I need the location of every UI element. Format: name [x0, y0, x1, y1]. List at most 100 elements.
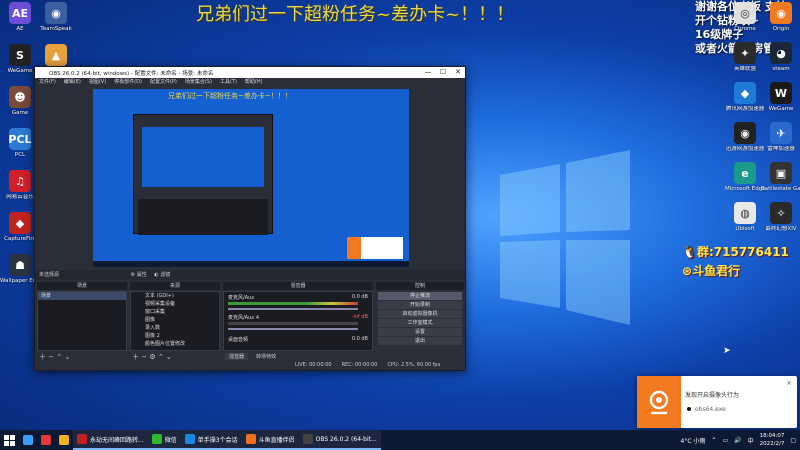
- minimize-icon[interactable]: —: [421, 67, 435, 78]
- obs-preview[interactable]: 兄弟们过一下超粉任务~差办卡~！！！: [93, 89, 409, 267]
- camera-notification[interactable]: × 发现开启摄像头行为 obs64.exe: [637, 376, 797, 428]
- taskbar-item[interactable]: OBS 26.0.2 (64-bit...: [298, 430, 381, 450]
- volume-meter: [228, 322, 358, 325]
- notification-message: 发现开启摄像头行为: [685, 392, 740, 399]
- volume-slider[interactable]: [228, 308, 358, 310]
- taskbar-item[interactable]: 永劫无间峰回路转...: [73, 430, 148, 450]
- desktop-icon-label: steam: [772, 66, 790, 72]
- studio-mode-button[interactable]: 工作室模式: [378, 319, 462, 327]
- tab-mixer[interactable]: 混音器: [225, 353, 249, 360]
- desktop-icon[interactable]: ◉ TeamSpeak: [36, 2, 76, 32]
- volume-icon[interactable]: 🔊: [734, 437, 741, 444]
- notification-process: obs64.exe: [695, 406, 726, 413]
- stop-stream-button[interactable]: 停止推流: [378, 292, 462, 300]
- weather[interactable]: 4°C 小雨: [681, 436, 706, 445]
- nested-banner: 兄弟们过一下超粉任务~差办卡~！！！: [168, 92, 292, 100]
- add-source-icon[interactable]: ＋: [132, 353, 139, 361]
- input-language[interactable]: 中: [748, 436, 754, 445]
- scene-item[interactable]: 场景: [38, 292, 126, 300]
- menu-edit[interactable]: 编辑(E): [64, 78, 81, 87]
- network-icon[interactable]: ▭: [722, 437, 728, 444]
- maximize-icon[interactable]: ☐: [436, 67, 450, 78]
- volume-slider[interactable]: [228, 328, 358, 330]
- app-icon: ▣: [770, 162, 792, 184]
- notification-center-icon[interactable]: ▢: [790, 437, 796, 444]
- close-icon[interactable]: ✕: [451, 67, 465, 78]
- desktop-icon[interactable]: ◉ 迅游网游加速器: [725, 122, 765, 152]
- app-icon: ☗: [9, 254, 31, 276]
- taskbar-item-label: 永劫无间峰回路转...: [90, 436, 144, 444]
- source-item[interactable]: 图像: [131, 316, 219, 324]
- taskbar-app-icon: [151, 434, 162, 444]
- menu-scene-collection[interactable]: 场景集合(S): [185, 78, 212, 87]
- source-down-icon[interactable]: ⌄: [166, 353, 172, 361]
- taskbar-item[interactable]: [37, 430, 55, 450]
- track-db: -inf dB: [351, 314, 368, 320]
- source-label: 颜色图片位置修改: [145, 341, 186, 347]
- add-scene-icon[interactable]: ＋: [39, 353, 46, 361]
- qq-group-label: 🐧群:715776411: [682, 245, 789, 259]
- source-item[interactable]: 窗口采集: [131, 308, 219, 316]
- taskbar-item[interactable]: 斗鱼直播伴侣: [241, 430, 299, 450]
- desktop-icon[interactable]: ✦ 英雄联盟: [725, 42, 765, 72]
- volume-meter: [228, 302, 358, 305]
- taskbar-item[interactable]: [19, 430, 37, 450]
- tray-chevron-icon[interactable]: ⌃: [711, 437, 716, 444]
- mixer-header: 混音器: [223, 282, 373, 290]
- filter-icon[interactable]: ◐: [154, 272, 158, 278]
- start-record-button[interactable]: 开始录制: [378, 301, 462, 309]
- source-item[interactable]: 录入数: [131, 324, 219, 332]
- menu-file[interactable]: 文件(F): [39, 78, 56, 87]
- desktop-icon[interactable]: ◆ 腾讯网游加速器: [725, 82, 765, 112]
- source-settings-icon[interactable]: ⚙: [149, 353, 155, 361]
- track-name: 麦克风/Aux: [228, 295, 255, 301]
- close-notification-icon[interactable]: ×: [786, 379, 792, 387]
- remove-source-icon[interactable]: −: [141, 353, 147, 361]
- desktop-icon-label: TeamSpeak: [40, 26, 72, 32]
- menu-profile[interactable]: 配置文件(P): [150, 78, 177, 87]
- menu-docks[interactable]: 停靠部件(D): [114, 78, 142, 87]
- track-name: 麦克风/Aux 4: [228, 315, 260, 321]
- desktop-icon[interactable]: ✈ 雷神加速器: [761, 122, 800, 152]
- source-item[interactable]: 文本 (GDI+): [131, 292, 219, 300]
- obs-title-bar[interactable]: OBS 26.0.2 (64-bit, windows) - 配置文件: 未命名…: [35, 67, 465, 78]
- scene-up-icon[interactable]: ⌃: [56, 353, 62, 361]
- taskbar-item[interactable]: 单手操3个会话: [180, 430, 242, 450]
- desktop-icon[interactable]: ✧ 最终幻想XIV: [761, 202, 800, 232]
- desktop-icon[interactable]: e Microsoft Edge: [725, 162, 765, 192]
- app-icon: ✦: [734, 42, 756, 64]
- app-icon: W: [770, 82, 792, 104]
- virtual-camera-button[interactable]: 启动虚拟摄像机: [378, 310, 462, 318]
- gear-icon[interactable]: ⚙: [131, 272, 135, 278]
- obs-window[interactable]: OBS 26.0.2 (64-bit, windows) - 配置文件: 未命名…: [34, 66, 466, 371]
- remove-scene-icon[interactable]: −: [48, 353, 54, 361]
- source-item[interactable]: 图像 2: [131, 332, 219, 340]
- sources-header: 来源: [130, 282, 220, 290]
- taskbar-item[interactable]: 微信: [147, 430, 181, 450]
- scene-down-icon[interactable]: ⌄: [64, 353, 70, 361]
- menu-tools[interactable]: 工具(T): [220, 78, 237, 87]
- source-item[interactable]: 颜色图片位置修改: [131, 340, 219, 348]
- desktop-icon[interactable]: W WeGame: [761, 82, 800, 112]
- taskbar-item[interactable]: [55, 430, 73, 450]
- desktop-icon[interactable]: ◉ Origin: [761, 2, 800, 32]
- desktop-icon[interactable]: ◎ Chrome: [725, 2, 765, 32]
- settings-button[interactable]: 设置: [378, 328, 462, 336]
- start-button[interactable]: [0, 430, 19, 450]
- source-up-icon[interactable]: ⌃: [158, 353, 164, 361]
- menu-view[interactable]: 视图(V): [89, 78, 106, 87]
- tab-transitions[interactable]: 转场特效: [252, 353, 280, 360]
- mouse-cursor-icon: ➤: [723, 346, 731, 356]
- menu-help[interactable]: 帮助(H): [245, 78, 263, 87]
- properties-button[interactable]: 属性: [137, 272, 147, 278]
- filters-button[interactable]: 滤镜: [160, 272, 170, 278]
- exit-button[interactable]: 退出: [378, 337, 462, 345]
- desktop-icon-label: 腾讯网游加速器: [725, 106, 765, 112]
- desktop-icon[interactable]: ◕ steam: [761, 42, 800, 72]
- desktop-icon[interactable]: ▣ Battlestate Games L...: [761, 162, 800, 192]
- source-item[interactable]: 视频采集设备: [131, 300, 219, 308]
- desktop-icon[interactable]: AE AE: [0, 2, 40, 32]
- desktop-icon[interactable]: ◍ Ubisoft: [725, 202, 765, 232]
- clock[interactable]: 18:04:07 2022/2/7: [760, 432, 785, 448]
- desktop-icon-label: 雷神加速器: [767, 146, 795, 152]
